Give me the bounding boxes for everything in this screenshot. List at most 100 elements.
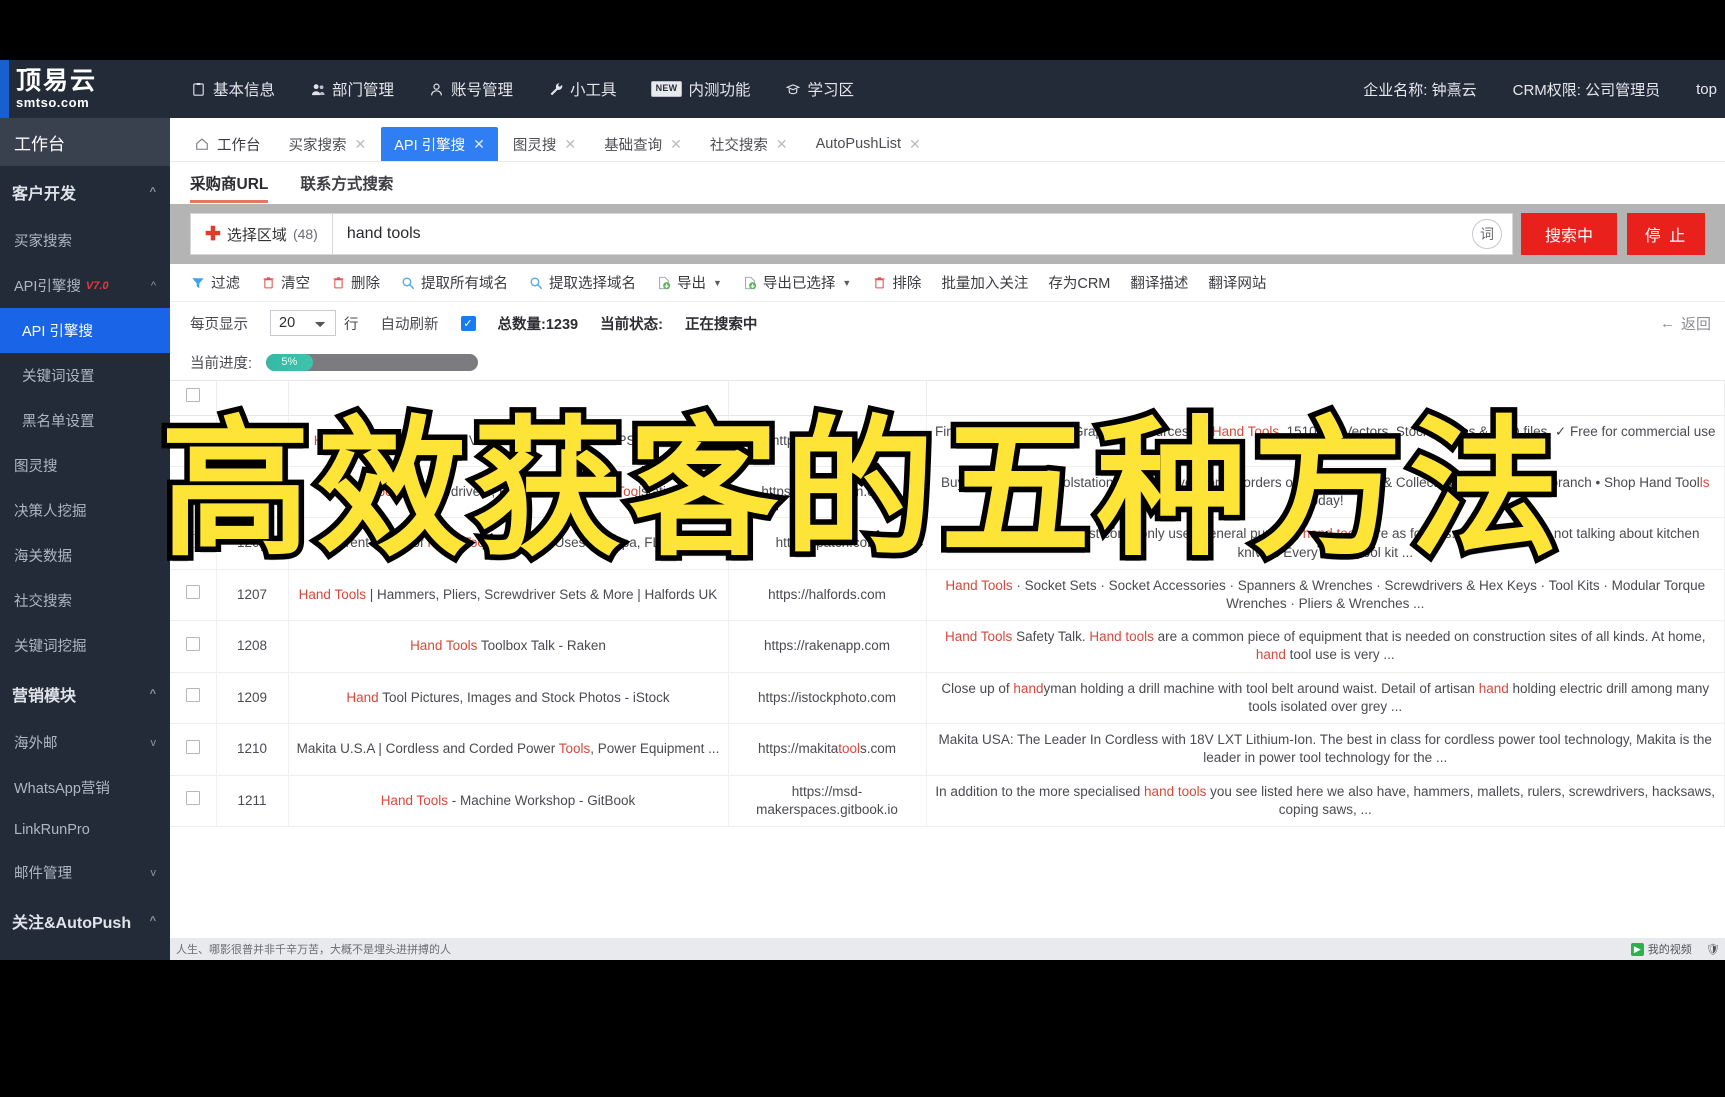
sidebar-item-workbench[interactable]: 工作台 <box>0 118 170 166</box>
close-icon[interactable]: ✕ <box>355 136 367 153</box>
sidebar-group-marketing[interactable]: 营销模块 ^ <box>0 668 170 720</box>
table-row[interactable]: 1210 Makita U.S.A | Cordless and Corded P… <box>170 723 1725 776</box>
sidebar-item-autopushlist[interactable]: AutoPushList <box>0 947 170 960</box>
tab-social-search[interactable]: 社交搜索 ✕ <box>697 127 801 161</box>
filter-button[interactable]: 过滤 <box>190 272 240 293</box>
row-checkbox[interactable] <box>185 791 200 806</box>
table-row[interactable]: 1211 Hand Tools - Machine Workshop - GitB… <box>170 775 1725 828</box>
plain-text: Safety Talk. <box>1012 629 1090 645</box>
sidebar-item-social-search[interactable]: 社交搜索 <box>0 578 170 623</box>
translate-website-button[interactable]: 翻译网站 <box>1208 272 1266 293</box>
delete-button[interactable]: 删除 <box>330 272 380 293</box>
sidebar-item-blacklist-settings[interactable]: 黑名单设置 <box>0 398 170 443</box>
footer-text: 人生、哪影很普并非千辛万苦，大概不是埋头进拼搏的人 <box>176 944 451 956</box>
row-select-cell[interactable] <box>170 620 217 673</box>
nav-item-account[interactable]: 账号管理 <box>428 78 513 100</box>
tab-basic-query[interactable]: 基础查询 ✕ <box>591 127 695 161</box>
sidebar-group-customer-dev[interactable]: 客户开发 ^ <box>0 166 170 218</box>
row-title[interactable]: Hand Tools - Machine Workshop - GitBook <box>288 775 729 828</box>
row-select-cell[interactable] <box>170 569 217 622</box>
stop-button[interactable]: 停 止 <box>1627 213 1705 255</box>
my-video-chip[interactable]: ▶ 我的视频 <box>1630 941 1692 957</box>
user-account-label[interactable]: top <box>1696 81 1717 98</box>
row-url[interactable]: https://msd-makerspaces.gitbook.io <box>728 775 927 828</box>
close-icon[interactable]: ✕ <box>473 136 485 153</box>
sidebar-item-buyer-search[interactable]: 买家搜索 <box>0 218 170 263</box>
tab-workbench[interactable]: 工作台 <box>182 127 274 161</box>
word-mode-button[interactable]: 词 <box>1472 219 1502 249</box>
table-row[interactable]: 1207 Hand Tools | Hammers, Pliers, Screwd… <box>170 569 1725 622</box>
nav-item-tools[interactable]: 小工具 <box>547 78 617 100</box>
close-icon[interactable]: ✕ <box>564 136 576 153</box>
row-select-cell[interactable] <box>170 672 217 725</box>
sidebar-item-customs-data[interactable]: 海关数据 <box>0 533 170 578</box>
row-title[interactable]: Hand Tools | Hammers, Pliers, Screwdrive… <box>288 569 729 622</box>
export-selected-button[interactable]: 导出已选择 ▼ <box>742 272 851 293</box>
sidebar-item-mail-management[interactable]: 邮件管理 v <box>0 850 170 895</box>
row-id: 1211 <box>216 775 289 828</box>
back-button[interactable]: ← 返回 <box>1660 313 1711 334</box>
sidebar-item-keyword-mining[interactable]: 关键词挖掘 <box>0 623 170 668</box>
highlight-text: Hand <box>346 689 379 705</box>
arrow-left-icon: ← <box>1659 314 1675 332</box>
row-select-cell[interactable] <box>170 723 217 776</box>
search-input[interactable] <box>346 225 1472 243</box>
subtab-contact-search[interactable]: 联系方式搜索 <box>300 172 393 203</box>
row-url[interactable]: https://halfords.com <box>728 569 927 622</box>
row-checkbox[interactable] <box>185 636 200 651</box>
translate-description-button[interactable]: 翻译描述 <box>1130 272 1188 293</box>
tab-turing-search[interactable]: 图灵搜 ✕ <box>500 127 589 161</box>
sidebar-item-whatsapp-marketing[interactable]: WhatsApp营销 <box>0 765 170 810</box>
row-select-cell[interactable] <box>170 775 217 828</box>
row-unit-label: 行 <box>344 316 359 333</box>
sidebar-item-turing-search[interactable]: 图灵搜 <box>0 443 170 488</box>
row-title[interactable]: Hand Tools Toolbox Talk - Raken <box>288 620 729 673</box>
nav-item-learning[interactable]: 学习区 <box>784 78 854 100</box>
highlight-text: hand <box>1478 680 1509 696</box>
tab-autopushlist[interactable]: AutoPushList ✕ <box>803 127 934 161</box>
sidebar-item-keyword-settings[interactable]: 关键词设置 <box>0 353 170 398</box>
batch-follow-button[interactable]: 批量加入关注 <box>941 272 1028 293</box>
highlight-text: Hand Tools <box>945 577 1013 593</box>
brand-logo[interactable]: 顶易云 smtso.com <box>0 60 170 118</box>
close-icon[interactable]: ✕ <box>776 136 788 153</box>
export-button[interactable]: 导出 ▼ <box>656 272 722 293</box>
row-title[interactable]: Makita U.S.A | Cordless and Corded Power… <box>288 723 729 776</box>
current-state-value: 正在搜索中 <box>684 316 758 333</box>
table-row[interactable]: 1209 Hand Tool Pictures, Images and Stock… <box>170 672 1725 725</box>
clear-button[interactable]: 清空 <box>260 272 310 293</box>
close-icon[interactable]: ✕ <box>909 136 921 153</box>
row-checkbox[interactable] <box>185 739 200 754</box>
tab-api-engine-search[interactable]: API 引擎搜 ✕ <box>381 127 498 161</box>
shield-icon[interactable]: 🛡 <box>1706 943 1720 956</box>
row-checkbox[interactable] <box>185 585 200 600</box>
select-all-checkbox[interactable] <box>185 388 200 403</box>
extract-selected-domains-button[interactable]: 提取选择域名 <box>528 272 636 293</box>
save-to-crm-button[interactable]: 存为CRM <box>1048 272 1110 293</box>
sidebar-item-label: 邮件管理 <box>14 866 72 882</box>
sidebar-item-decision-maker[interactable]: 决策人挖掘 <box>0 488 170 533</box>
row-url[interactable]: https://istockphoto.com <box>728 672 927 725</box>
sidebar-group-autopush[interactable]: 关注&AutoPush ^ <box>0 895 170 947</box>
auto-refresh-checkbox[interactable]: ✓ <box>460 315 476 331</box>
row-url[interactable]: https://makitatools.com <box>728 723 927 776</box>
nav-item-beta[interactable]: NEW 内测功能 <box>650 78 750 100</box>
row-checkbox[interactable] <box>185 688 200 703</box>
extract-all-domains-button[interactable]: 提取所有域名 <box>400 272 508 293</box>
exclude-button[interactable]: 排除 <box>871 272 921 293</box>
sidebar-item-api-engine-search[interactable]: API 引擎搜 <box>0 308 170 353</box>
table-row[interactable]: 1208 Hand Tools Toolbox Talk - Raken https… <box>170 620 1725 673</box>
close-icon[interactable]: ✕ <box>670 136 682 153</box>
tab-buyer-search[interactable]: 买家搜索 ✕ <box>276 127 380 161</box>
nav-item-basic-info[interactable]: 基本信息 <box>190 78 275 100</box>
subtab-purchaser-url[interactable]: 采购商URL <box>190 172 269 203</box>
page-size-select[interactable]: 20 <box>270 310 336 336</box>
search-button[interactable]: 搜索中 <box>1521 213 1617 255</box>
sidebar-item-linkrunpro[interactable]: LinkRunPro <box>0 810 170 850</box>
select-region-button[interactable]: ✚ 选择区域 (48) <box>190 213 333 255</box>
row-title[interactable]: Hand Tool Pictures, Images and Stock Pho… <box>288 672 729 725</box>
row-url[interactable]: https://rakenapp.com <box>728 620 927 673</box>
sidebar-group-api-engine[interactable]: API引擎搜 V7.0 ^ <box>0 263 170 308</box>
nav-item-department[interactable]: 部门管理 <box>309 78 394 100</box>
sidebar-item-overseas-mail[interactable]: 海外邮 v <box>0 720 170 765</box>
